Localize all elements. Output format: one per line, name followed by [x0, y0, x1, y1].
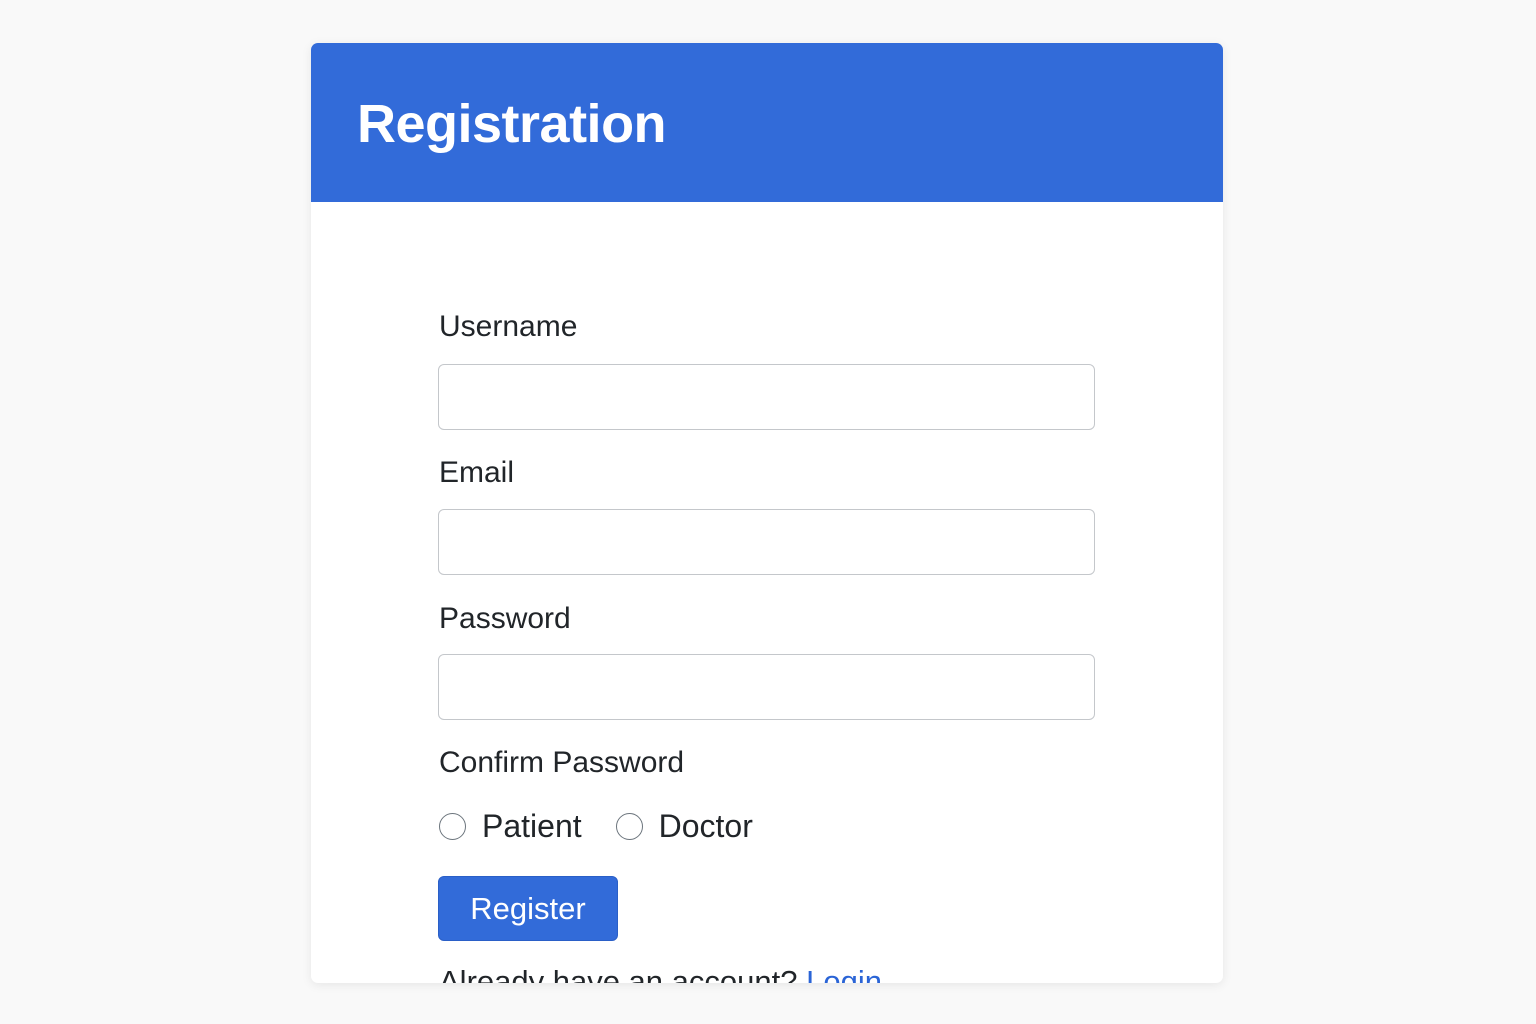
page-title: Registration — [357, 94, 667, 154]
login-prompt: Already have an account? Login — [439, 962, 882, 983]
email-label: Email — [439, 456, 515, 489]
doctor-radio-label[interactable]: Doctor — [659, 806, 753, 846]
patient-radio[interactable] — [439, 812, 466, 840]
register-button[interactable]: Register — [438, 876, 618, 941]
role-radio-group: Patient Doctor — [439, 806, 753, 846]
password-input[interactable] — [438, 654, 1095, 720]
login-prompt-text: Already have an account? — [439, 964, 798, 983]
role-option-patient[interactable]: Patient — [439, 806, 582, 846]
confirm-password-label: Confirm Password — [439, 746, 685, 779]
card-header: Registration — [311, 43, 1223, 202]
doctor-radio[interactable] — [615, 812, 643, 840]
username-label: Username — [439, 310, 578, 343]
registration-card: Registration Username Email Password Con… — [311, 43, 1223, 983]
login-link[interactable]: Login — [806, 964, 882, 983]
patient-radio-label[interactable]: Patient — [482, 806, 582, 846]
password-label: Password — [439, 602, 571, 635]
role-option-doctor[interactable]: Doctor — [615, 806, 753, 846]
email-input[interactable] — [438, 509, 1095, 575]
username-input[interactable] — [438, 364, 1095, 430]
